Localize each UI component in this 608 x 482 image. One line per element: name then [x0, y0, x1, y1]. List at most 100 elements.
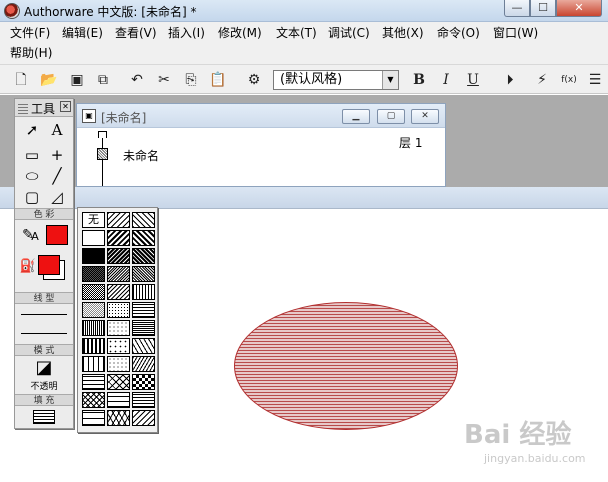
- fill-pattern-swatch[interactable]: [132, 320, 155, 336]
- menu-command[interactable]: 命令(O): [435, 23, 482, 43]
- grip-icon[interactable]: [18, 102, 28, 114]
- fill-pattern-swatch[interactable]: [107, 230, 130, 246]
- pointer-tool-icon[interactable]: ➚: [21, 120, 43, 140]
- menu-insert[interactable]: 插入(I): [166, 23, 207, 43]
- fill-pattern-swatch[interactable]: [132, 392, 155, 408]
- new-file-icon[interactable]: 🗋: [10, 69, 32, 91]
- close-button[interactable]: ✕: [556, 0, 602, 17]
- paste-icon[interactable]: 📋: [207, 69, 229, 91]
- polygon-tool-icon[interactable]: ◿: [46, 187, 68, 207]
- tool-palette-close-icon[interactable]: ✕: [60, 101, 71, 112]
- tool-palette-header[interactable]: 工具 ✕: [15, 99, 73, 117]
- menu-other[interactable]: 其他(X): [380, 23, 426, 43]
- menu-edit[interactable]: 编辑(E): [60, 23, 105, 43]
- fill-pattern-swatch[interactable]: [107, 356, 130, 372]
- fill-pattern-swatch[interactable]: [82, 248, 105, 264]
- open-folder-icon[interactable]: 📂: [38, 69, 60, 91]
- fill-pattern-swatch[interactable]: [107, 338, 130, 354]
- fill-pattern-swatch[interactable]: [82, 320, 105, 336]
- paint-bucket-icon[interactable]: ⛽: [17, 257, 39, 277]
- fill-pattern-swatch[interactable]: [82, 374, 105, 390]
- line-style-sample[interactable]: [21, 314, 67, 315]
- fill-pattern-swatch[interactable]: [82, 338, 105, 354]
- flowline-close-button[interactable]: ✕: [411, 109, 439, 124]
- copy-icon[interactable]: ⎘: [180, 69, 202, 91]
- line-color-swatch[interactable]: [46, 225, 68, 245]
- line-style-sample-2[interactable]: [21, 333, 67, 334]
- fill-pattern-sample[interactable]: [33, 410, 55, 424]
- fill-pattern-swatch[interactable]: [107, 392, 130, 408]
- pattern-none[interactable]: 无: [82, 212, 105, 228]
- fill-pattern-swatch[interactable]: [107, 410, 130, 426]
- title-bar: Authorware 中文版: [未命名] * — ☐ ✕: [0, 0, 608, 22]
- fill-pattern-swatch[interactable]: [107, 320, 130, 336]
- rectangle-tool-icon[interactable]: ▭: [21, 145, 43, 165]
- chevron-down-icon[interactable]: ▼: [382, 71, 398, 89]
- crosshair-line-tool-icon[interactable]: +: [46, 145, 68, 165]
- flowline-start-marker[interactable]: [98, 131, 107, 138]
- italic-button[interactable]: I: [435, 69, 457, 91]
- undo-icon[interactable]: ↶: [126, 69, 148, 91]
- fill-pattern-swatch[interactable]: [132, 356, 155, 372]
- file-icon[interactable]: [97, 148, 108, 160]
- import-icon[interactable]: ⧉: [92, 69, 114, 91]
- restart-icon[interactable]: ⏵: [499, 69, 521, 91]
- fill-pattern-swatch[interactable]: [107, 248, 130, 264]
- menu-window[interactable]: 窗口(W): [491, 23, 540, 43]
- drawn-ellipse[interactable]: [234, 302, 458, 430]
- fill-pattern-swatch[interactable]: [132, 374, 155, 390]
- variables-icon[interactable]: ☰: [584, 69, 606, 91]
- fill-pattern-swatch[interactable]: [107, 302, 130, 318]
- fill-pattern-swatch[interactable]: [132, 248, 155, 264]
- fill-pattern-swatch[interactable]: [132, 410, 155, 426]
- fill-pattern-swatch[interactable]: [107, 374, 130, 390]
- ellipse-tool-icon[interactable]: ⬭: [21, 166, 43, 186]
- functions-icon[interactable]: f(x): [558, 69, 580, 91]
- flowline-window[interactable]: ▣ [未命名] ▁ ▢ ✕ 层 1 未命名: [76, 103, 446, 187]
- fill-pattern-swatch[interactable]: [107, 266, 130, 282]
- flowline[interactable]: [102, 134, 103, 186]
- bold-button[interactable]: B: [408, 69, 430, 91]
- fill-pattern-swatch[interactable]: [82, 410, 105, 426]
- menu-help[interactable]: 帮助(H): [8, 43, 54, 63]
- menu-modify[interactable]: 修改(M): [216, 23, 264, 43]
- fill-pattern-swatch[interactable]: [82, 266, 105, 282]
- flowline-window-icon: ▣: [82, 109, 96, 123]
- menu-text[interactable]: 文本(T): [274, 23, 319, 43]
- menu-view[interactable]: 查看(V): [113, 23, 159, 43]
- fill-pattern-swatch[interactable]: [82, 392, 105, 408]
- authorware-app-icon[interactable]: [4, 3, 20, 19]
- fill-pattern-swatch[interactable]: [132, 302, 155, 318]
- save-all-icon[interactable]: ▣: [66, 69, 88, 91]
- cut-icon[interactable]: ✂: [153, 69, 175, 91]
- text-tool-icon[interactable]: A: [46, 120, 68, 140]
- flowline-maximize-button[interactable]: ▢: [377, 109, 405, 124]
- fill-pattern-swatch[interactable]: [82, 230, 105, 246]
- maximize-button[interactable]: ☐: [530, 0, 556, 17]
- fill-pattern-swatch[interactable]: [107, 212, 130, 228]
- fill-pattern-swatch[interactable]: [82, 356, 105, 372]
- rounded-rectangle-tool-icon[interactable]: ▢: [21, 187, 43, 207]
- fill-pattern-swatch[interactable]: [132, 212, 155, 228]
- find-icon[interactable]: ⚙: [243, 69, 265, 91]
- fill-pattern-swatch[interactable]: [132, 266, 155, 282]
- foreground-color-swatch[interactable]: [38, 255, 60, 275]
- diagonal-line-tool-icon[interactable]: ╱: [46, 166, 68, 186]
- underline-button[interactable]: U: [462, 69, 484, 91]
- fill-pattern-swatch[interactable]: [132, 338, 155, 354]
- fill-pattern-swatch[interactable]: [132, 284, 155, 300]
- fill-pattern-swatch[interactable]: [132, 230, 155, 246]
- text-style-select[interactable]: (默认风格) ▼: [273, 70, 399, 90]
- fill-pattern-swatch[interactable]: [82, 302, 105, 318]
- fill-pattern-swatch[interactable]: [107, 284, 130, 300]
- menu-file[interactable]: 文件(F): [8, 23, 52, 43]
- flowline-minimize-button[interactable]: ▁: [342, 109, 370, 124]
- presentation-title-bar[interactable]: [0, 187, 608, 209]
- menu-debug[interactable]: 调试(C): [326, 23, 372, 43]
- tool-palette: 工具 ✕ ➚ A ▭ + ⬭ ╱ ▢ ◿ 色 彩 ✎ A ⛽ 线 型 模 式 ◪…: [14, 98, 74, 429]
- minimize-button[interactable]: —: [504, 0, 530, 17]
- opaque-mode-icon[interactable]: ◪: [33, 358, 55, 378]
- flowline-title-bar[interactable]: ▣ [未命名] ▁ ▢ ✕: [77, 104, 445, 128]
- fill-pattern-swatch[interactable]: [82, 284, 105, 300]
- control-panel-icon[interactable]: ⚡: [531, 69, 553, 91]
